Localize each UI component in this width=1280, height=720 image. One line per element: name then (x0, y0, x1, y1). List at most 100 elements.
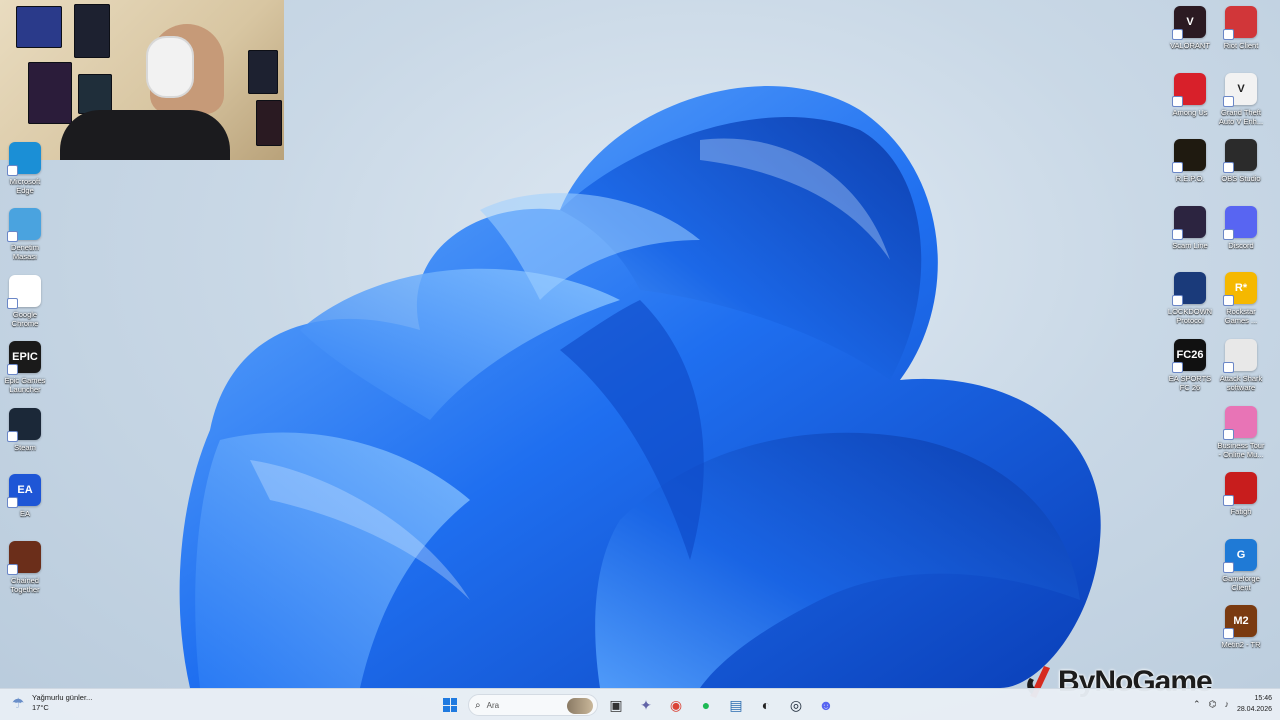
desktop-shortcut[interactable]: Steam (0, 408, 53, 452)
desktop-shortcut-label: Microsoft Edge (9, 177, 41, 195)
chrome-icon: ◉ (669, 696, 683, 713)
desktop-shortcut-label: Google Chrome (11, 310, 39, 328)
weather-widget[interactable]: ☂ Yağmurlu günler... 17°C (10, 693, 93, 713)
desktop-shortcut[interactable]: Fatigh (1213, 472, 1269, 516)
desktop-shortcut-label: Gameforge Client (1222, 574, 1260, 592)
edge-icon (7, 142, 41, 176)
remote-desktop-icon: ▤ (729, 696, 743, 713)
business-tour-icon (1223, 406, 1257, 440)
ea-fc26-icon: FC26 (1172, 339, 1206, 373)
riot-client-icon (1223, 6, 1257, 40)
desktop: Microsoft Edge Denetim Masası Google Chrom… (0, 0, 1280, 720)
desktop-shortcut-label: Steam (14, 443, 36, 452)
desktop-shortcut[interactable]: LOCKDOWN Protocol (1162, 272, 1218, 325)
valorant-icon: V (1172, 6, 1206, 40)
desktop-shortcut[interactable]: R* Rockstar Games ... (1213, 272, 1269, 325)
desktop-shortcut[interactable]: Riot Client (1213, 6, 1269, 50)
desktop-shortcut[interactable]: EPIC Epic Games Launcher (0, 341, 53, 394)
poster (248, 50, 278, 94)
gta-v-icon: V (1223, 73, 1257, 107)
clock-date: 28.04.2026 (1236, 706, 1272, 713)
desktop-shortcut[interactable]: M2 Metin2 - TR (1213, 605, 1269, 649)
taskbar-app-button[interactable]: ▣ (604, 693, 628, 717)
teams-icon: ✦ (640, 696, 652, 713)
desktop-shortcut[interactable]: V Grand Theft Auto V Enh... (1213, 73, 1269, 126)
search-placeholder: Ara (486, 700, 500, 710)
desktop-shortcut-label: Discord (1228, 241, 1254, 250)
task-view-icon: ▣ (609, 696, 623, 713)
desktop-shortcut-label: Denetim Masası (11, 243, 39, 261)
among-us-icon (1172, 73, 1206, 107)
gameforge-icon: G (1223, 539, 1257, 573)
steam-icon: ◎ (789, 696, 803, 713)
desktop-shortcut[interactable]: Discord (1213, 206, 1269, 250)
desktop-shortcut[interactable]: Scam Line (1162, 206, 1218, 250)
desktop-shortcut-label: Grand Theft Auto V Enh... (1218, 108, 1264, 126)
desktop-shortcut[interactable]: Microsoft Edge (0, 142, 53, 195)
windows-logo-icon (443, 698, 457, 712)
desktop-shortcut[interactable]: OBS Studio (1213, 139, 1269, 183)
taskbar-app-button[interactable]: ☻ (814, 693, 838, 717)
desktop-shortcut-label: OBS Studio (1221, 174, 1261, 183)
repo-icon (1172, 139, 1206, 173)
rockstar-games-icon: R* (1223, 272, 1257, 306)
desktop-shortcut-label: EA (19, 509, 30, 518)
taskbar-app-button[interactable]: ◎ (784, 693, 808, 717)
control-panel-icon (7, 208, 41, 242)
chrome-icon (7, 275, 41, 309)
desktop-shortcut[interactable]: Business Tour - Online Mu... (1213, 406, 1269, 459)
scam-line-icon (1172, 206, 1206, 240)
taskbar-app-button[interactable]: ● (694, 693, 718, 717)
volume-icon[interactable]: ♪ (1224, 699, 1229, 709)
spotify-icon: ● (701, 697, 711, 713)
desktop-shortcut-label: Business Tour - Online Mu... (1217, 441, 1265, 459)
taskbar-app-button[interactable]: ◐ (754, 693, 778, 717)
attack-shark-icon (1223, 339, 1257, 373)
clock-time: 15:46 (1254, 695, 1272, 702)
desktop-shortcut[interactable]: V VALORANT (1162, 6, 1218, 50)
lockdown-protocol-icon (1172, 272, 1206, 306)
desktop-shortcut[interactable]: R.E.P.O. (1162, 139, 1218, 183)
taskbar-center: ⌕ Ara ▣ ✦ ◉ ● ▤ ◐ ◎ ☻ (438, 693, 838, 717)
headphones (146, 36, 194, 98)
taskbar-apps: ▣ ✦ ◉ ● ▤ ◐ ◎ ☻ (604, 693, 838, 717)
obs-icon: ◐ (761, 697, 771, 713)
discord-icon: ☻ (818, 697, 834, 713)
ea-icon: EA (7, 474, 41, 508)
taskbar-app-button[interactable]: ✦ (634, 693, 658, 717)
obs-studio-icon (1223, 139, 1257, 173)
desktop-shortcut-label: Chained Together (10, 576, 40, 594)
chained-together-icon (7, 541, 41, 575)
taskbar-app-button[interactable]: ▤ (724, 693, 748, 717)
start-button[interactable] (438, 693, 462, 717)
desktop-shortcut-label: Riot Client (1223, 41, 1259, 50)
search-icon: ⌕ (475, 699, 481, 711)
webcam-overlay (0, 0, 284, 160)
desktop-shortcut[interactable]: G Gameforge Client (1213, 539, 1269, 592)
clock[interactable]: 15:46 28.04.2026 (1237, 693, 1272, 715)
desktop-shortcut[interactable]: EA EA (0, 474, 53, 518)
poster (256, 100, 282, 146)
poster (78, 74, 112, 114)
weather-temperature: 17°C (32, 703, 49, 712)
system-tray: ⌃ ⌬ ♪ 15:46 28.04.2026 (1193, 693, 1272, 715)
desktop-shortcut[interactable]: Among Us (1162, 73, 1218, 117)
epic-games-icon: EPIC (7, 341, 41, 375)
chevron-up-icon[interactable]: ⌃ (1193, 699, 1201, 710)
desktop-shortcut[interactable]: FC26 EA SPORTS FC 26 (1162, 339, 1218, 392)
desktop-shortcut[interactable]: Chained Together (0, 541, 53, 594)
desktop-shortcut-label: Epic Games Launcher (4, 376, 46, 394)
desktop-shortcut[interactable]: Attack Shark software (1213, 339, 1269, 392)
desktop-shortcut[interactable]: Denetim Masası (0, 208, 53, 261)
poster (74, 4, 110, 58)
desktop-shortcut-label: Rockstar Games ... (1224, 307, 1258, 325)
rain-cloud-icon: ☂ (11, 694, 25, 711)
fatigh-icon (1223, 472, 1257, 506)
taskbar-app-button[interactable]: ◉ (664, 693, 688, 717)
search-highlight-image (567, 698, 593, 714)
desktop-shortcut[interactable]: Google Chrome (0, 275, 53, 328)
taskbar-search[interactable]: ⌕ Ara (468, 694, 598, 716)
person-body (60, 110, 230, 160)
desktop-shortcut-label: Fatigh (1230, 507, 1252, 516)
network-icon[interactable]: ⌬ (1209, 699, 1217, 710)
